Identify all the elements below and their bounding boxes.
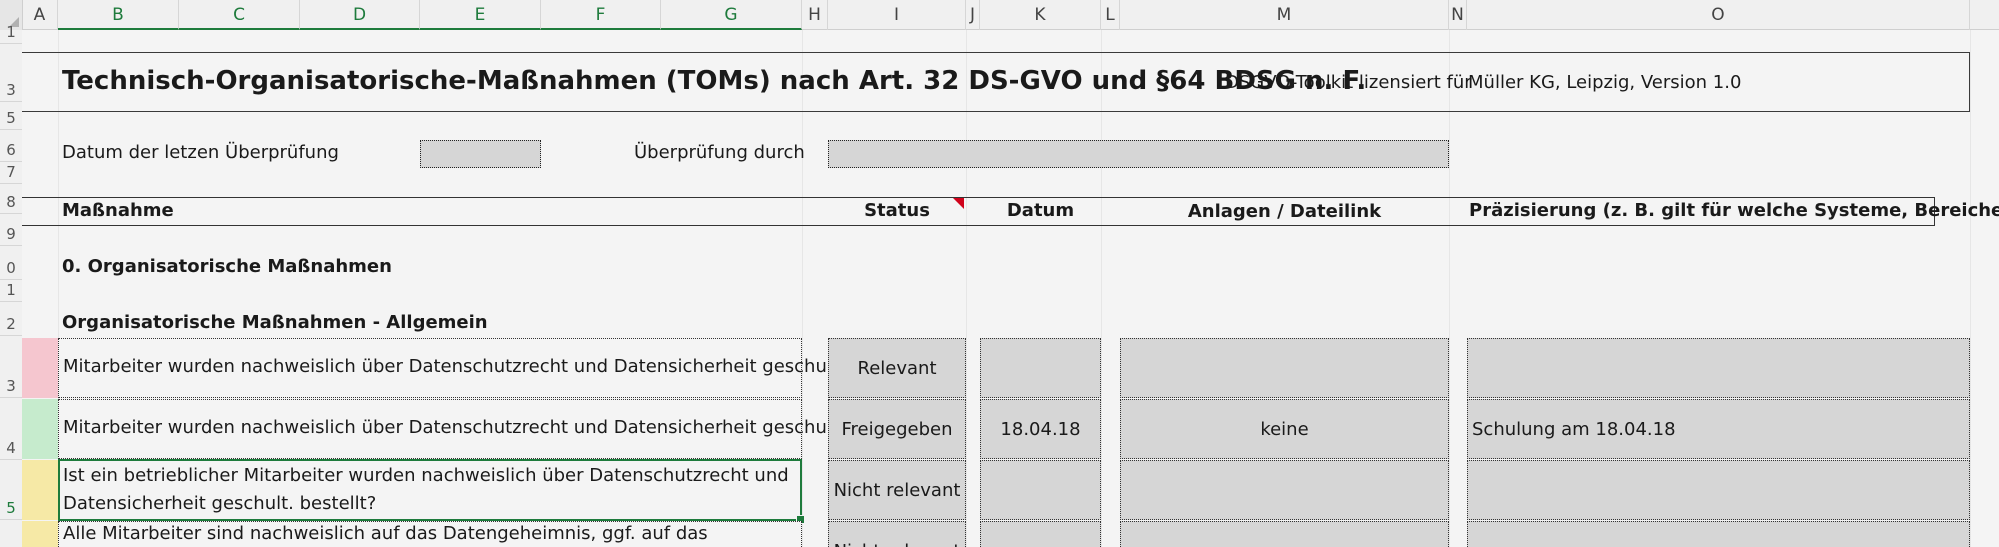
priority-color-cell[interactable]	[22, 399, 58, 459]
measure-text: Alle Mitarbeiter sind nachweislich auf d…	[63, 523, 708, 544]
section-organizational-general[interactable]: Organisatorische Maßnahmen - Allgemein	[62, 312, 488, 333]
priority-color-cell[interactable]	[22, 460, 58, 520]
status-cell[interactable]: Nicht relevant	[828, 521, 966, 547]
grid-line	[1970, 30, 1971, 547]
measure-cell[interactable]: Mitarbeiter wurden nachweislich über Dat…	[58, 399, 845, 459]
row-header-10[interactable]: 0	[0, 246, 22, 280]
measure-text-line2: Datensicherheit geschult. bestellt?	[63, 493, 377, 514]
priority-color-cell[interactable]	[22, 521, 58, 547]
review-date-label[interactable]: Datum der letzen Überprüfung	[62, 142, 339, 163]
row-header-15[interactable]: 5	[0, 460, 22, 520]
column-header-d[interactable]: D	[300, 0, 420, 30]
column-header-a[interactable]: A	[22, 0, 58, 30]
date-cell[interactable]	[980, 338, 1101, 398]
row-header-14[interactable]: 4	[0, 398, 22, 460]
measure-text: Mitarbeiter wurden nachweislich über Dat…	[63, 356, 845, 377]
row-header-13[interactable]: 3	[0, 336, 22, 398]
review-by-label[interactable]: Überprüfung durch	[634, 142, 805, 163]
status-cell[interactable]: Relevant	[828, 338, 966, 398]
row-header-8[interactable]: 8	[0, 184, 22, 214]
column-header-b[interactable]: B	[58, 0, 179, 30]
measure-cell[interactable]: Alle Mitarbeiter sind nachweislich auf d…	[58, 521, 802, 547]
column-header-e[interactable]: E	[420, 0, 541, 30]
row-header-1[interactable]: 1	[0, 23, 22, 44]
date-cell[interactable]: 18.04.18	[980, 399, 1101, 459]
date-cell[interactable]	[980, 521, 1101, 547]
comment-indicator-icon[interactable]	[953, 198, 964, 209]
row-header-5[interactable]: 5	[0, 102, 22, 130]
column-header-empty	[1970, 0, 1999, 30]
precision-cell[interactable]: Schulung am 18.04.18	[1467, 399, 1970, 459]
status-cell[interactable]: Freigegeben	[828, 399, 966, 459]
column-header-c[interactable]: C	[179, 0, 300, 30]
column-header-h[interactable]: H	[802, 0, 828, 30]
date-cell[interactable]	[980, 460, 1101, 520]
header-precision[interactable]: Präzisierung (z. B. gilt für welche Syst…	[1469, 200, 1999, 221]
row-header-9[interactable]: 9	[0, 214, 22, 246]
column-header-n[interactable]: N	[1449, 0, 1467, 30]
row-header-6[interactable]: 6	[0, 130, 22, 162]
page-title[interactable]: Technisch-Organisatorische-Maßnahmen (TO…	[62, 66, 1366, 96]
precision-cell[interactable]	[1467, 521, 1970, 547]
review-by-field[interactable]	[828, 140, 1449, 168]
precision-cell[interactable]	[1467, 460, 1970, 520]
column-header-o[interactable]: O	[1467, 0, 1970, 30]
priority-color-cell[interactable]	[22, 338, 58, 398]
measure-cell-selected[interactable]: Ist ein betrieblicher Mitarbeiter wurden…	[58, 459, 805, 524]
measure-text: Mitarbeiter wurden nachweislich über Dat…	[63, 417, 845, 438]
column-header-k[interactable]: K	[980, 0, 1101, 30]
column-header-bar: A B C D E F G H I J K L M N O	[0, 0, 1999, 30]
row-header-12[interactable]: 2	[0, 302, 22, 336]
review-date-field[interactable]	[420, 140, 541, 168]
row-header-7[interactable]: 7	[0, 162, 22, 184]
attachment-cell[interactable]	[1120, 338, 1449, 398]
attachment-cell[interactable]	[1120, 521, 1449, 547]
column-header-l[interactable]: L	[1101, 0, 1120, 30]
header-date[interactable]: Datum	[980, 200, 1101, 221]
attachment-cell[interactable]: keine	[1120, 399, 1449, 459]
column-header-j[interactable]: J	[966, 0, 980, 30]
row-header-11[interactable]: 1	[0, 280, 22, 302]
licensee-value[interactable]: Müller KG, Leipzig, Version 1.0	[1468, 72, 1741, 93]
header-status[interactable]: Status	[828, 200, 966, 221]
measure-text-line1: Ist ein betrieblicher Mitarbeiter wurden…	[63, 465, 789, 486]
column-header-g[interactable]: G	[661, 0, 802, 30]
column-header-f[interactable]: F	[541, 0, 661, 30]
column-header-m[interactable]: M	[1120, 0, 1449, 30]
measure-cell[interactable]: Mitarbeiter wurden nachweislich über Dat…	[58, 338, 845, 398]
header-measure[interactable]: Maßnahme	[62, 200, 174, 221]
attachment-cell[interactable]	[1120, 460, 1449, 520]
header-attachments[interactable]: Anlagen / Dateilink	[1120, 201, 1449, 222]
section-organizational[interactable]: 0. Organisatorische Maßnahmen	[62, 256, 392, 277]
row-header-16[interactable]	[0, 520, 22, 547]
column-header-i[interactable]: I	[828, 0, 966, 30]
status-cell[interactable]: Nicht relevant	[828, 460, 966, 520]
row-header-3[interactable]: 3	[0, 44, 22, 102]
status-text: Nicht relevant	[829, 538, 965, 547]
precision-cell[interactable]	[1467, 338, 1970, 398]
license-label[interactable]: DSGVO-Toolkit lizensiert für	[1225, 72, 1472, 93]
